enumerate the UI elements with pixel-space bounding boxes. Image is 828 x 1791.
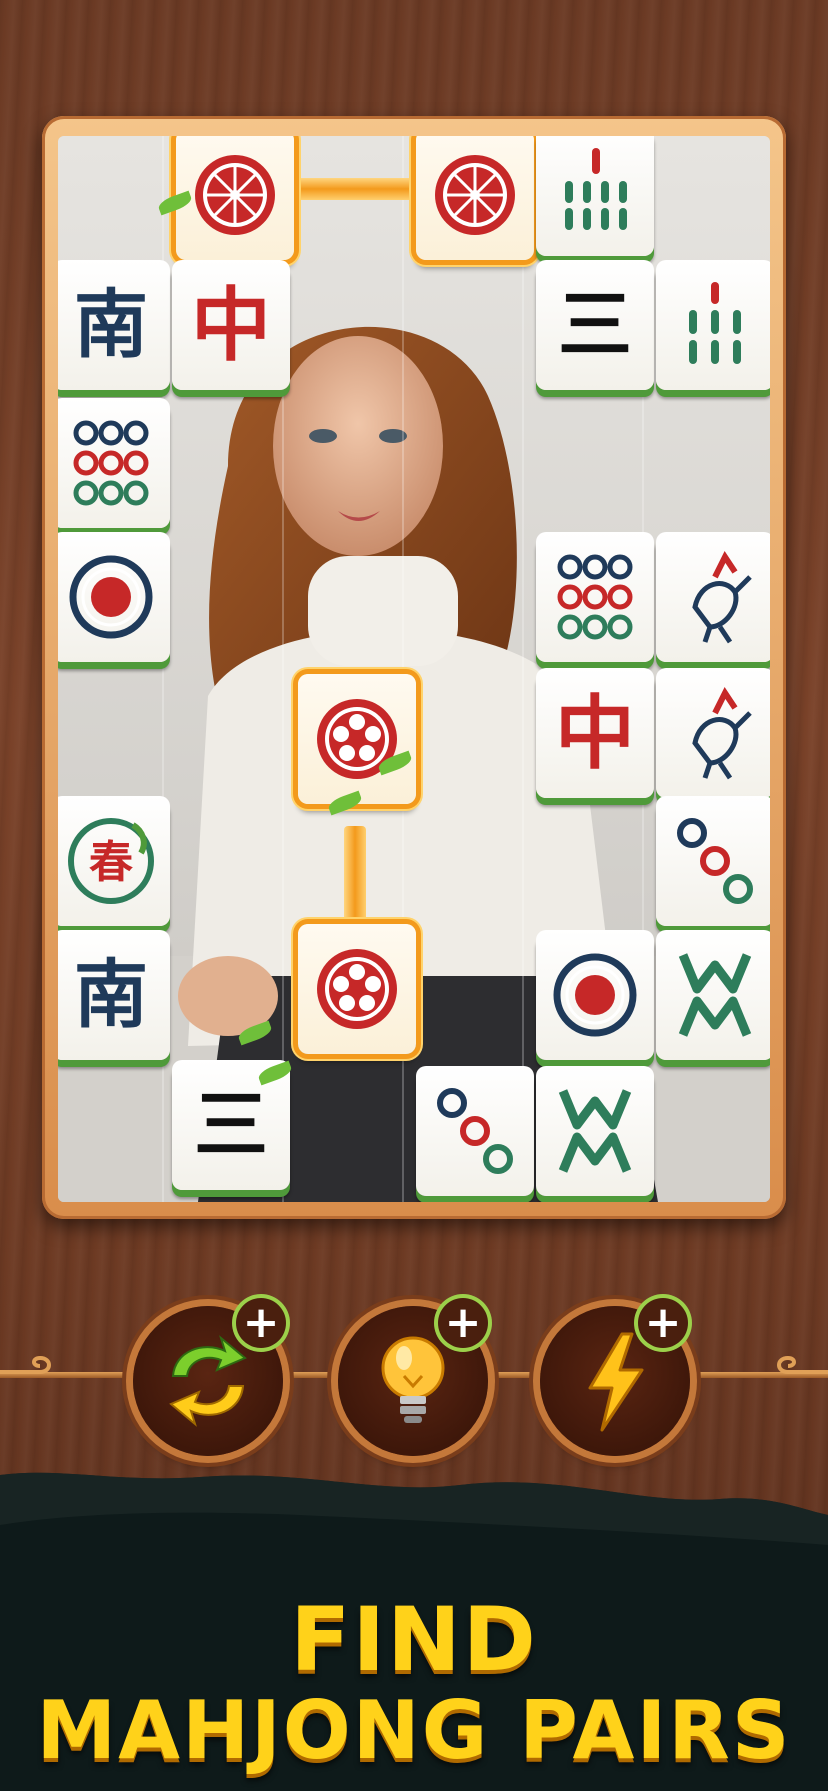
tile-circles-nine[interactable] <box>58 398 170 528</box>
bird-icon <box>692 551 752 644</box>
south-character: 南 <box>74 952 148 1038</box>
spring-character: 春 <box>89 837 133 888</box>
tile-bamboo-seven[interactable] <box>656 260 770 390</box>
spring-seal-icon: 春 <box>68 818 154 904</box>
tile-bamboo-six[interactable] <box>536 136 654 256</box>
tile-south-wind-lower[interactable]: 南 <box>58 930 170 1060</box>
red-dragon-character: 中 <box>191 278 271 372</box>
wheel-flower-icon <box>195 155 275 235</box>
tile-bamboo-wm[interactable] <box>656 930 770 1060</box>
tile-bamboo-bird-second[interactable] <box>656 668 770 798</box>
single-dot-icon <box>553 953 637 1037</box>
dots-icon <box>73 420 149 506</box>
three-character: 三 <box>558 282 632 368</box>
tile-circles-three[interactable] <box>656 796 770 926</box>
add-shuffle-button[interactable]: + <box>236 1298 286 1348</box>
single-dot-icon <box>69 555 153 639</box>
bamboo-zigzag-icon <box>558 1089 632 1173</box>
tile-circle-one[interactable] <box>58 532 170 662</box>
bird-icon <box>692 687 752 780</box>
tile-circle-one-lower[interactable] <box>536 930 654 1060</box>
red-dragon-character: 中 <box>555 686 635 780</box>
tile-circle-flower-top-left[interactable] <box>176 136 294 260</box>
bamboo-sticks-icon <box>565 148 627 230</box>
rail-ornament-right <box>777 1355 828 1374</box>
headline-line-2: MAHJONG PAIRS <box>36 1684 792 1777</box>
three-character: 三 <box>194 1082 268 1168</box>
plum-blossom-icon <box>317 949 397 1029</box>
dots-icon <box>437 1088 513 1174</box>
game-board: 南 中 三 中 春 南 三 <box>58 136 770 1202</box>
bamboo-zigzag-icon <box>678 953 752 1037</box>
tile-character-three[interactable]: 三 <box>536 260 654 390</box>
tile-circles-three-lower[interactable] <box>416 1066 534 1196</box>
tile-red-dragon-right[interactable]: 中 <box>536 668 654 798</box>
headline-line-1: FIND <box>290 1588 538 1691</box>
wheel-flower-icon <box>435 155 515 235</box>
tile-bamboo-bird[interactable] <box>656 532 770 662</box>
tile-circles-nine-right[interactable] <box>536 532 654 662</box>
tile-red-dragon[interactable]: 中 <box>172 260 290 390</box>
tile-bamboo-wm-lower[interactable] <box>536 1066 654 1196</box>
dots-icon <box>677 818 753 904</box>
south-character: 南 <box>74 282 148 368</box>
bamboo-sticks-icon <box>689 282 741 364</box>
tile-south-wind[interactable]: 南 <box>58 260 170 390</box>
tile-plum-flower-upper[interactable] <box>298 674 416 804</box>
add-boost-button[interactable]: + <box>638 1298 688 1348</box>
tile-circle-flower-top-right[interactable] <box>416 136 534 260</box>
tile-plum-flower-lower[interactable] <box>298 924 416 1054</box>
add-hint-button[interactable]: + <box>438 1298 488 1348</box>
rail-ornament-left <box>0 1355 51 1374</box>
dots-icon <box>557 554 633 640</box>
tile-spring-flower[interactable]: 春 <box>58 796 170 926</box>
